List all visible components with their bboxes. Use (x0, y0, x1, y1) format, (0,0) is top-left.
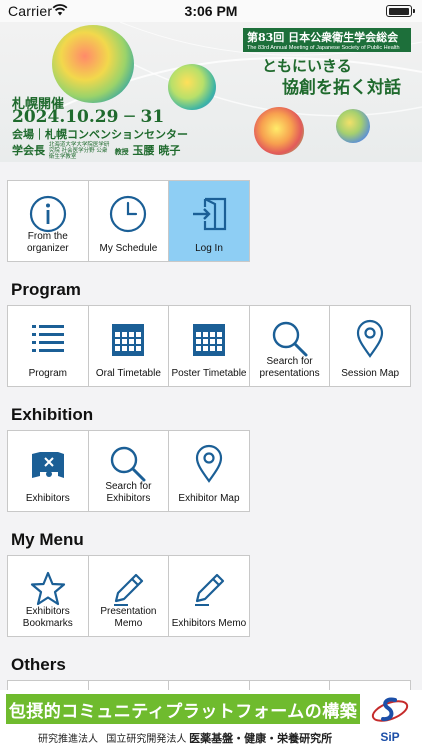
conference-title-box: 第83回 日本公衆衛生学会総会 The 83rd Annual Meeting … (243, 28, 411, 52)
poster-timetable-tile[interactable]: Poster Timetable (168, 305, 250, 387)
tile-label: From the organizer (26, 231, 69, 254)
search-icon (272, 321, 308, 357)
star-icon (30, 571, 65, 606)
section-title-my-menu: My Menu (11, 530, 84, 549)
conference-chair: 学会長 北海道大学大学院医学研究院 社会医学分野 公衆衛生学教室 教授 玉腰 暁… (12, 142, 180, 160)
pencil-icon (114, 573, 144, 606)
pencil-icon (194, 573, 225, 606)
calendar-icon (192, 324, 225, 356)
battery-icon (386, 5, 415, 17)
tile-label: Session Map (341, 368, 400, 379)
exhibitors-bookmarks-tile[interactable]: Exhibitors Bookmarks (7, 555, 89, 637)
decorative-ball (336, 109, 370, 143)
ad-headline: 包摂的コミュニティプラットフォームの構築 (6, 694, 360, 724)
sip-logo-text: SiP (380, 730, 400, 744)
status-time: 3:06 PM (184, 3, 238, 19)
session-map-tile[interactable]: Session Map (329, 305, 411, 387)
tile-label: Search for presentations (259, 356, 320, 379)
section-title-others: Others (11, 655, 66, 674)
from-organizer-tile[interactable]: From the organizer (7, 180, 89, 262)
top-tiles: From the organizer My Schedule Log In (7, 180, 250, 262)
exhibitor-map-tile[interactable]: Exhibitor Map (168, 430, 250, 512)
exhibitors-tile[interactable]: Exhibitors (7, 430, 89, 512)
tile-label: Log In (195, 243, 223, 254)
tile-label: My Schedule (99, 243, 158, 254)
log-in-tile[interactable]: Log In (168, 180, 250, 262)
exhibition-grid: Exhibitors Search for Exhibitors Exhibit… (7, 430, 250, 512)
map-pin-icon (357, 319, 384, 358)
calendar-icon (112, 324, 145, 356)
my-menu-grid: Exhibitors Bookmarks Presentation Memo E… (7, 555, 250, 637)
conference-venue: 会場｜札幌コンベンションセンター (12, 128, 188, 141)
login-icon (192, 197, 227, 231)
tile-label: Exhibitors Memo (171, 618, 247, 629)
chair-label: 学会長 (12, 144, 45, 157)
ad-org-type: 国立研究開発法人 (106, 734, 187, 745)
clock-icon (110, 195, 147, 233)
tile-label: Oral Timetable (95, 368, 161, 379)
decorative-ball (254, 107, 304, 155)
presentation-memo-tile[interactable]: Presentation Memo (87, 555, 170, 637)
search-exhibitors-tile[interactable]: Search for Exhibitors (87, 430, 170, 512)
sponsor-ad-banner[interactable]: 包摂的コミュニティプラットフォームの構築 研究推進法人 国立研究開発法人 医薬基… (0, 690, 422, 750)
map-pin-icon (195, 444, 223, 483)
tile-label: Poster Timetable (171, 368, 247, 379)
slogan-line-2: 協創を拓く対話 (282, 78, 401, 98)
sip-logo: SiP (364, 694, 416, 744)
search-presentations-tile[interactable]: Search for presentations (248, 305, 331, 387)
tile-label: Program (28, 368, 67, 379)
sip-logo-icon (371, 697, 409, 722)
chair-name: 玉腰 暁子 (132, 144, 181, 157)
conference-banner[interactable]: 第83回 日本公衆衛生学会総会 The 83rd Annual Meeting … (0, 22, 422, 162)
exhibitor-booth-icon (31, 452, 64, 478)
conference-title: 日本公衆衛生学会総会 (288, 31, 399, 44)
chair-affiliation: 北海道大学大学院医学研究院 社会医学分野 公衆衛生学教室 (48, 142, 110, 160)
ad-org-name: 医薬基盤・健康・栄養研究所 (189, 733, 333, 745)
ad-org-prefix: 研究推進法人 (38, 734, 98, 745)
list-icon (31, 325, 64, 352)
section-title-program: Program (11, 280, 81, 299)
program-tile[interactable]: Program (7, 305, 89, 387)
tile-label: Exhibitor Map (178, 493, 240, 504)
ad-organization: 研究推進法人 国立研究開発法人 医薬基盤・健康・栄養研究所 (38, 730, 332, 746)
conference-number: 第83回 (247, 31, 285, 44)
oral-timetable-tile[interactable]: Oral Timetable (87, 305, 170, 387)
chair-title: 教授 (114, 147, 129, 156)
program-grid: Program Oral Timetable Poster Timetable … (7, 305, 411, 387)
exhibitors-memo-tile[interactable]: Exhibitors Memo (168, 555, 250, 637)
tile-label: Exhibitors Bookmarks (22, 606, 73, 629)
tile-label: Presentation Memo (100, 606, 157, 629)
decorative-ball (168, 64, 216, 110)
info-icon (29, 195, 66, 233)
search-icon (111, 446, 146, 482)
conference-english-title: The 83rd Annual Meeting of Japanese Soci… (247, 45, 400, 51)
tile-label: Search for Exhibitors (105, 481, 152, 504)
section-title-exhibition: Exhibition (11, 405, 94, 424)
status-bar: Carrier 3:06 PM (0, 0, 422, 22)
my-schedule-tile[interactable]: My Schedule (87, 180, 170, 262)
decorative-ball (52, 25, 134, 103)
conference-dates: 2024.10.29 ─ 31 (12, 107, 165, 127)
tile-label: Exhibitors (25, 493, 70, 504)
